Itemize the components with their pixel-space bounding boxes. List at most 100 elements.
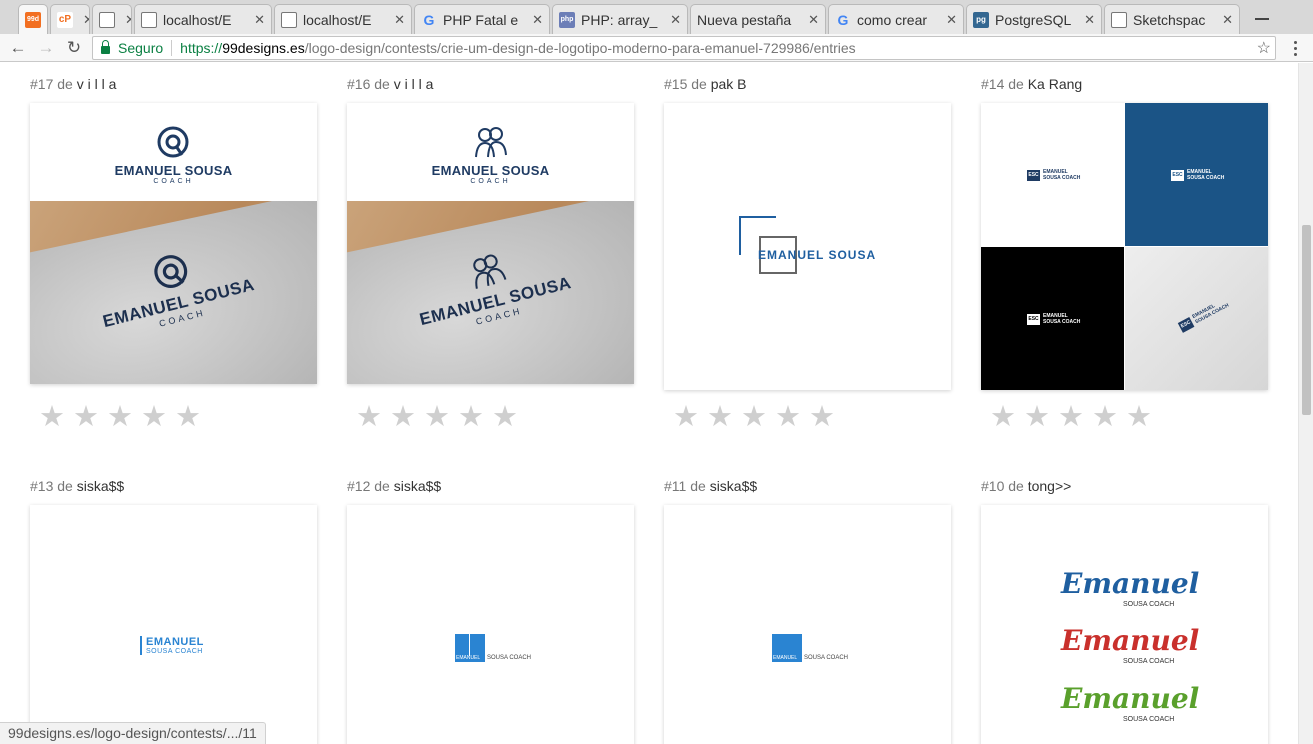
star-icon[interactable]: ★ — [775, 403, 801, 432]
star-icon[interactable]: ★ — [424, 403, 450, 432]
close-icon[interactable]: ✕ — [125, 12, 131, 28]
entry-card-17[interactable]: EMANUEL SOUSA COACH EMANUEL SOUSA COACH — [30, 103, 317, 384]
star-icon[interactable]: ★ — [73, 403, 99, 432]
tab-como-crear[interactable]: G como crear ✕ — [828, 4, 964, 34]
tab-php-array[interactable]: php PHP: array_ ✕ — [552, 4, 688, 34]
entry-card-12[interactable]: EMANUEL SOUSA COACH — [347, 505, 634, 744]
script-wordmark-red: Emanuel — [1061, 624, 1200, 657]
vertical-scrollbar[interactable] — [1298, 63, 1313, 744]
tab-strip: 99d cP ✕ ✕ localhost/E ✕ localhost/E ✕ G… — [0, 0, 1313, 34]
star-icon[interactable]: ★ — [1092, 403, 1118, 432]
status-bar-url: 99designs.es/logo-design/contests/.../11 — [0, 722, 266, 744]
star-icon[interactable]: ★ — [1126, 403, 1152, 432]
star-icon[interactable]: ★ — [458, 403, 484, 432]
tab-postgresql[interactable]: pg PostgreSQL ✕ — [966, 4, 1102, 34]
forward-arrow-icon[interactable]: → — [34, 36, 58, 60]
star-icon[interactable]: ★ — [175, 403, 201, 432]
address-bar[interactable]: Seguro https:// 99designs.es /logo-desig… — [92, 36, 1276, 60]
entry-label[interactable]: #14 de Ka Rang — [981, 76, 1082, 92]
logo-tagline: COACH — [470, 178, 511, 185]
blue-square-logo-icon: EMANUEL — [455, 634, 485, 662]
star-icon[interactable]: ★ — [356, 403, 382, 432]
star-icon[interactable]: ★ — [741, 403, 767, 432]
entry-card-13[interactable]: EMANUEL SOUSA COACH — [30, 505, 317, 744]
page-icon — [1111, 11, 1127, 28]
menu-icon[interactable] — [1287, 36, 1303, 60]
star-icon[interactable]: ★ — [141, 403, 167, 432]
star-icon[interactable]: ★ — [809, 403, 835, 432]
close-icon[interactable]: ✕ — [946, 12, 957, 28]
rating-stars[interactable]: ★ ★ ★ ★ ★ — [39, 403, 201, 432]
entry-label[interactable]: #15 de pak B — [664, 76, 747, 92]
logo-wordmark: EMANUEL SOUSA — [431, 163, 550, 178]
entry-card-10[interactable]: Emanuel SOUSA COACH Emanuel SOUSA COACH … — [981, 505, 1268, 744]
tab-sketchspace[interactable]: Sketchspac ✕ — [1104, 4, 1240, 34]
rating-stars[interactable]: ★ ★ ★ ★ ★ — [356, 403, 518, 432]
browser-toolbar: ← → ↻ Seguro https:// 99designs.es /logo… — [0, 34, 1313, 62]
logo-wordmark: EMANUEL SOUSA — [114, 163, 233, 178]
url-path: /logo-design/contests/crie-um-design-de-… — [304, 40, 856, 56]
page-icon — [141, 11, 157, 28]
tab-title: localhost/E — [303, 11, 372, 28]
page-icon — [281, 11, 297, 28]
close-icon[interactable]: ✕ — [394, 12, 405, 28]
tab-title: localhost/E — [163, 11, 232, 28]
entry-card-16[interactable]: EMANUEL SOUSA COACH EMANUEL SOUSA COACH — [347, 103, 634, 384]
star-icon[interactable]: ★ — [390, 403, 416, 432]
tab-localhost-2[interactable]: localhost/E ✕ — [274, 4, 412, 34]
star-icon[interactable]: ★ — [1024, 403, 1050, 432]
entry-card-11[interactable]: EMANUEL SOUSA COACH — [664, 505, 951, 744]
star-icon[interactable]: ★ — [707, 403, 733, 432]
paper-mockup: EMANUEL SOUSA COACH — [347, 201, 634, 384]
star-icon[interactable]: ★ — [1058, 403, 1084, 432]
minimize-icon[interactable] — [1241, 6, 1285, 24]
cpanel-favicon-icon: cP — [57, 11, 73, 28]
entry-label[interactable]: #16 de v i l l a — [347, 76, 433, 92]
star-icon[interactable]: ★ — [107, 403, 133, 432]
back-arrow-icon[interactable]: ← — [6, 36, 30, 60]
tab-php-fatal[interactable]: G PHP Fatal e ✕ — [414, 4, 550, 34]
entry-label[interactable]: #11 de siska$$ — [664, 478, 757, 494]
tab-blank-page[interactable]: ✕ — [92, 4, 132, 34]
rating-stars[interactable]: ★ ★ ★ ★ ★ — [990, 403, 1152, 432]
reload-icon[interactable]: ↻ — [62, 36, 86, 60]
close-icon[interactable]: ✕ — [83, 12, 89, 28]
close-icon[interactable]: ✕ — [670, 12, 681, 28]
rating-stars[interactable]: ★ ★ ★ ★ ★ — [673, 403, 835, 432]
scrollbar-thumb[interactable] — [1302, 225, 1311, 415]
esc-logo-icon: ESC — [1177, 316, 1195, 333]
star-icon[interactable]: ★ — [990, 403, 1016, 432]
close-icon[interactable]: ✕ — [532, 12, 543, 28]
tab-99designs[interactable]: 99d — [18, 4, 48, 34]
bookmark-star-icon[interactable]: ☆ — [1257, 38, 1271, 58]
entry-card-14[interactable]: ESC EMANUEL SOUSA COACH ESC EMANUEL SOUSA … — [981, 103, 1268, 390]
star-icon[interactable]: ★ — [673, 403, 699, 432]
script-wordmark-blue: Emanuel — [1061, 567, 1200, 600]
99designs-favicon-icon: 99d — [25, 11, 41, 28]
tab-nueva-pestana[interactable]: Nueva pestaña ✕ — [690, 4, 826, 34]
square-frame-logo-icon — [739, 216, 797, 274]
lock-icon — [101, 40, 110, 54]
close-icon[interactable]: ✕ — [808, 12, 819, 28]
esc-logo-icon: ESC — [1027, 169, 1040, 181]
tab-localhost-1[interactable]: localhost/E ✕ — [134, 4, 272, 34]
tab-title: PostgreSQL — [995, 11, 1072, 28]
page-icon — [99, 11, 115, 28]
entry-label[interactable]: #17 de v i l l a — [30, 76, 116, 92]
entry-card-15[interactable]: EMANUEL SOUSA — [664, 103, 951, 390]
close-icon[interactable]: ✕ — [254, 12, 265, 28]
close-icon[interactable]: ✕ — [1084, 12, 1095, 28]
logo-tagline: SOUSA COACH — [1123, 716, 1175, 723]
tab-title: PHP Fatal e — [443, 11, 519, 28]
tab-cpanel[interactable]: cP ✕ — [50, 4, 90, 34]
star-icon[interactable]: ★ — [39, 403, 65, 432]
entry-label[interactable]: #10 de tong>> — [981, 478, 1071, 494]
star-icon[interactable]: ★ — [492, 403, 518, 432]
script-wordmark-green: Emanuel — [1061, 682, 1200, 715]
entry-label[interactable]: #13 de siska$$ — [30, 478, 124, 494]
close-icon[interactable]: ✕ — [1222, 12, 1233, 28]
tab-title: PHP: array_ — [581, 11, 658, 28]
logo-tagline: COACH — [153, 178, 194, 185]
entry-label[interactable]: #12 de siska$$ — [347, 478, 441, 494]
google-icon: G — [837, 11, 849, 28]
